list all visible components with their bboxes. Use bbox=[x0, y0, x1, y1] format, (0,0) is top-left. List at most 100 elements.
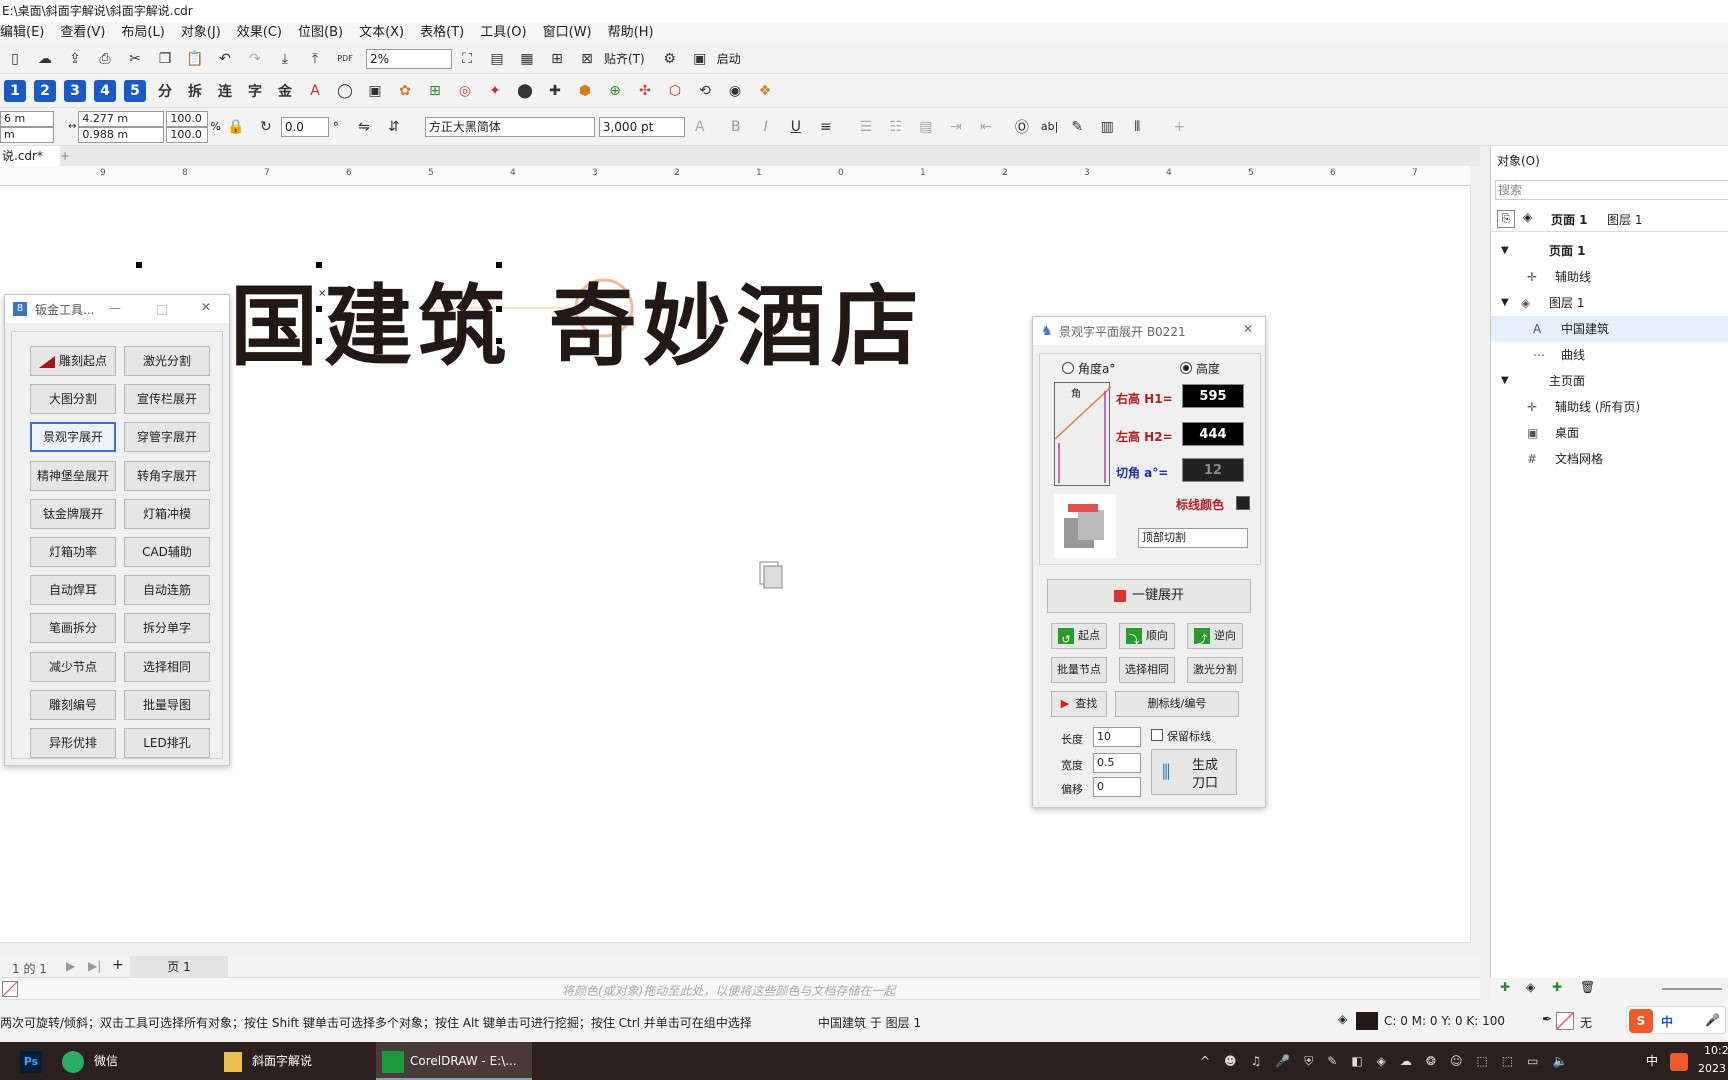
last-page-icon[interactable]: ▶| bbox=[88, 959, 101, 973]
sheet-tool-button-9[interactable]: 灯箱冲模 bbox=[124, 498, 210, 529]
sheet-tool-button-4[interactable]: 景观字展开 bbox=[30, 422, 116, 453]
plugin-tool-5-icon[interactable]: 分 bbox=[154, 80, 176, 102]
copy-icon[interactable]: ❐ bbox=[154, 48, 176, 70]
font-size-select[interactable]: 3,000 pt bbox=[598, 116, 685, 137]
taskbar-folder[interactable]: 斜面字解说 bbox=[218, 1042, 374, 1080]
h1-input[interactable]: 595 bbox=[1182, 384, 1244, 408]
line-color-swatch[interactable] bbox=[1236, 496, 1250, 510]
drop-cap-icon[interactable]: ▤ bbox=[915, 116, 937, 138]
expand-arrow-icon[interactable]: ▼ bbox=[1501, 290, 1509, 316]
taskbar-coreldraw[interactable]: CorelDRAW - E:\... bbox=[376, 1042, 532, 1080]
guides-icon[interactable]: ⊞ bbox=[546, 48, 568, 70]
plugin-tool-6-icon[interactable]: 拆 bbox=[184, 80, 206, 102]
menu-item-2[interactable]: 布局(L) bbox=[121, 22, 180, 44]
sheet-tool-button-19[interactable]: 批量导图 bbox=[124, 689, 210, 720]
page-icon[interactable]: ⎘ bbox=[1497, 210, 1515, 228]
object-tree-row[interactable]: ⋯ 曲线 bbox=[1491, 342, 1728, 368]
export-icon[interactable]: ⤒ bbox=[304, 48, 326, 70]
handle-tr[interactable] bbox=[496, 262, 502, 268]
sheet-tool-button-1[interactable]: 激光分割 bbox=[124, 346, 210, 376]
fill-swatch[interactable] bbox=[1356, 1012, 1378, 1030]
launch-button[interactable]: 启动 bbox=[717, 50, 741, 67]
object-tree-row[interactable]: ▣ 桌面 bbox=[1491, 420, 1728, 446]
taskbar-wechat[interactable]: 微信 bbox=[56, 1042, 212, 1080]
tray-icons[interactable]: ^☻♫🎤⛨✎◧◈☁❂☺⬚⬚▭🔈 bbox=[1194, 1042, 1581, 1080]
plugin-extra-11-icon[interactable]: ✣ bbox=[634, 80, 656, 102]
scale-width-input[interactable]: 100.0 bbox=[166, 110, 209, 127]
plugin-extra-8-icon[interactable]: ✚ bbox=[544, 80, 566, 102]
sheet-tool-button-17[interactable]: 选择相同 bbox=[124, 651, 210, 682]
minimize-button[interactable]: — bbox=[109, 301, 121, 315]
sheet-tool-button-3[interactable]: 宣传栏展开 bbox=[124, 384, 210, 415]
object-tree-row[interactable]: ▼ 页面 1 bbox=[1491, 238, 1728, 264]
vertical-text-icon[interactable]: ⫴ bbox=[1126, 116, 1148, 138]
clock-date[interactable]: 2023 bbox=[1698, 1062, 1726, 1075]
mirror-h-icon[interactable]: ⇋ bbox=[353, 116, 375, 138]
bold-button[interactable]: B bbox=[725, 116, 747, 138]
radio-angle[interactable] bbox=[1062, 362, 1074, 374]
width-select[interactable]: 0.5 bbox=[1093, 753, 1141, 773]
bullet-list-icon[interactable]: ☰ bbox=[855, 116, 877, 138]
menu-item-0[interactable]: 编辑(E) bbox=[0, 22, 60, 44]
scale-height-input[interactable]: 100.0 bbox=[166, 126, 209, 143]
sheet-tool-button-18[interactable]: 雕刻编号 bbox=[30, 689, 116, 720]
mirror-v-icon[interactable]: ⇵ bbox=[383, 116, 405, 138]
plugin-extra-2-icon[interactable]: ▣ bbox=[364, 80, 386, 102]
menu-item-6[interactable]: 文本(X) bbox=[359, 22, 420, 44]
upload-icon[interactable]: ⇪ bbox=[64, 48, 86, 70]
tray-sogou-icon[interactable] bbox=[1664, 1042, 1688, 1080]
plugin-tool-7-icon[interactable]: 连 bbox=[214, 80, 236, 102]
undo-icon[interactable]: ↶ bbox=[214, 48, 236, 70]
object-tree-row[interactable]: # 文档网格 bbox=[1491, 446, 1728, 472]
handle-bm[interactable] bbox=[316, 338, 322, 344]
plugin-extra-5-icon[interactable]: ◎ bbox=[454, 80, 476, 102]
italic-button[interactable]: I bbox=[755, 116, 777, 138]
vertical-scrollbar[interactable] bbox=[1470, 186, 1484, 942]
radio-height-label[interactable]: 高度 bbox=[1196, 360, 1220, 377]
generate-notch-button[interactable]: ⫼ 生成 刀口 bbox=[1151, 749, 1237, 795]
text-direction-button[interactable]: ab| bbox=[1041, 120, 1058, 133]
menu-item-10[interactable]: 帮助(H) bbox=[608, 22, 670, 44]
new-tab-button[interactable]: + bbox=[60, 146, 74, 166]
menu-item-9[interactable]: 窗口(W) bbox=[543, 22, 608, 44]
panel-title-bar[interactable]: 8 钣金工具... — ✕ bbox=[5, 295, 229, 323]
sheet-tool-button-12[interactable]: 自动焊耳 bbox=[30, 575, 116, 606]
plugin-tool-4-icon[interactable]: 5 bbox=[124, 79, 146, 102]
sheet-tool-button-8[interactable]: 钛金牌展开 bbox=[30, 498, 116, 529]
plugin-tool-3-icon[interactable]: 4 bbox=[94, 79, 116, 102]
taskbar-photoshop[interactable]: Ps bbox=[14, 1042, 42, 1080]
paste-icon[interactable]: 📋 bbox=[184, 48, 206, 70]
reverse-button[interactable]: ⤴ 逆向 bbox=[1187, 623, 1243, 649]
document-tab[interactable]: 说.cdr* bbox=[0, 146, 60, 166]
close-button[interactable]: ✕ bbox=[201, 300, 211, 314]
menu-item-8[interactable]: 工具(O) bbox=[480, 22, 542, 44]
launch-icon[interactable]: ▣ bbox=[689, 48, 711, 70]
maximize-icon[interactable] bbox=[157, 305, 167, 315]
master-layer-icon[interactable]: ◈ bbox=[1526, 980, 1535, 994]
add-page-button[interactable]: + bbox=[112, 957, 124, 973]
handle-br[interactable] bbox=[496, 338, 502, 344]
sheet-tool-button-2[interactable]: 大图分割 bbox=[30, 384, 116, 415]
plugin-tool-0-icon[interactable]: 1 bbox=[4, 79, 26, 102]
plugin-extra-9-icon[interactable]: ⬢ bbox=[574, 80, 596, 102]
sheet-tool-button-16[interactable]: 减少节点 bbox=[30, 651, 116, 682]
rotation-input[interactable]: 0.0 bbox=[280, 116, 329, 137]
snap-icon[interactable]: ⊠ bbox=[576, 48, 598, 70]
object-tree-row[interactable]: ✛ 辅助线 (所有页) bbox=[1491, 394, 1728, 420]
plugin-extra-7-icon[interactable]: ⬤ bbox=[514, 80, 536, 102]
plugin-tool-9-icon[interactable]: 金 bbox=[274, 80, 296, 102]
edit-text-icon[interactable]: ✎ bbox=[1066, 116, 1088, 138]
handle-mr[interactable] bbox=[496, 306, 502, 312]
indent-increase-icon[interactable]: ⇥ bbox=[945, 116, 967, 138]
handle-ml[interactable] bbox=[316, 306, 322, 312]
horizontal-text-icon[interactable]: ▥ bbox=[1096, 116, 1118, 138]
dialog-title-bar[interactable]: ♞ 景观字平面展开 B0221 ✕ bbox=[1033, 317, 1265, 345]
sheet-tool-button-0[interactable]: 雕刻起点 bbox=[30, 346, 116, 376]
radio-height[interactable] bbox=[1180, 362, 1192, 374]
clock-time[interactable]: 10:2 bbox=[1704, 1044, 1728, 1057]
menu-item-4[interactable]: 效果(C) bbox=[237, 22, 298, 44]
radio-angle-label[interactable]: 角度a° bbox=[1078, 360, 1115, 377]
sheet-tool-button-20[interactable]: 异形优排 bbox=[30, 728, 116, 758]
underline-button[interactable]: U bbox=[785, 116, 807, 138]
font-effects-icon[interactable]: A bbox=[689, 116, 711, 138]
